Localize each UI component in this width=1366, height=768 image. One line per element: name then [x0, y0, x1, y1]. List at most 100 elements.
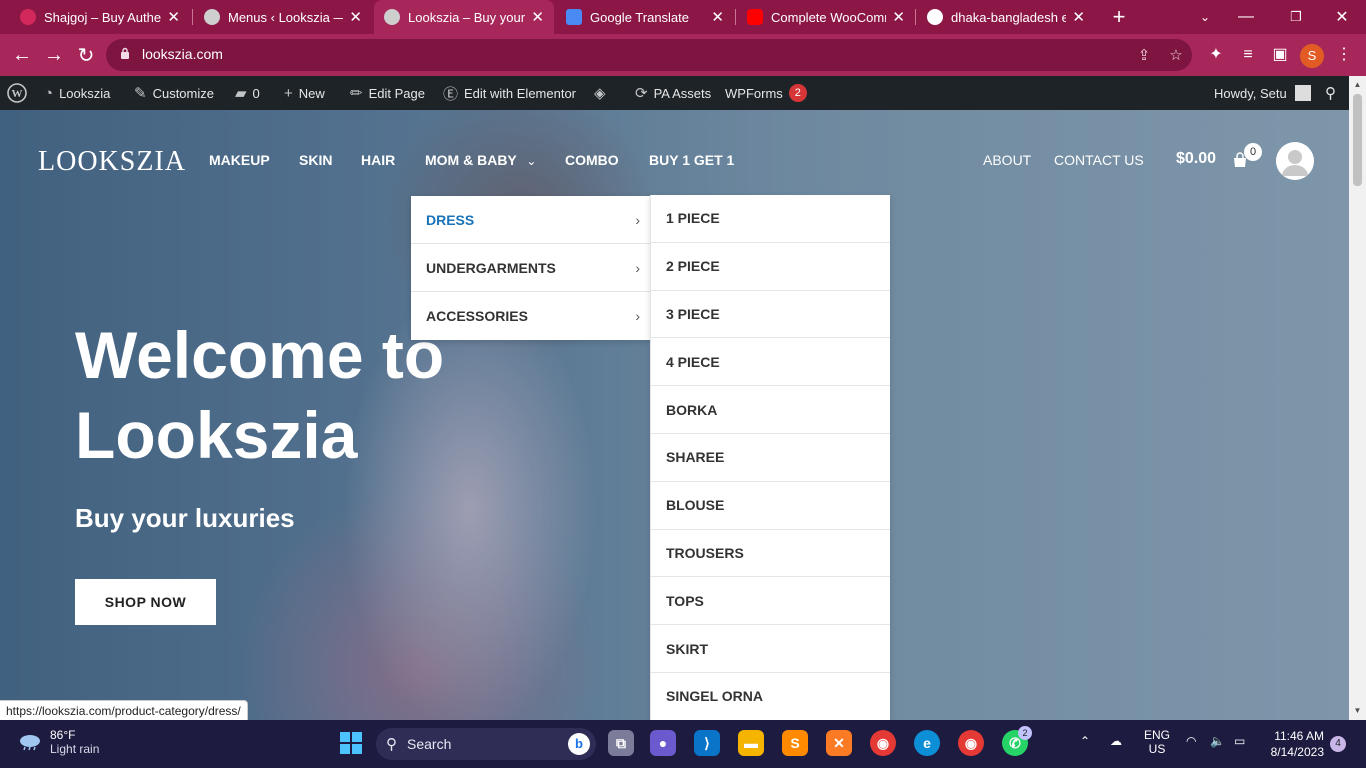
minimize-icon[interactable]: — — [1226, 0, 1266, 34]
system-clock[interactable]: 11:46 AM 8/14/2023 — [1262, 728, 1324, 760]
battery-icon[interactable]: ▭ — [1234, 734, 1245, 748]
browser-tab[interactable]: Menus ‹ Lookszia — W ✕ — [194, 0, 372, 34]
close-tab-icon[interactable]: ✕ — [1072, 8, 1085, 26]
close-window-icon[interactable]: ✕ — [1322, 0, 1362, 34]
site-logo[interactable]: LOOKSZIA — [38, 146, 186, 178]
close-tab-icon[interactable]: ✕ — [711, 8, 724, 26]
chrome-icon[interactable]: ◉ — [870, 730, 896, 756]
shop-now-button[interactable]: SHOP NOW — [75, 579, 216, 625]
browser-tab-active[interactable]: Lookszia – Buy your lu ✕ — [374, 0, 554, 34]
chrome-profile-icon[interactable]: ◉ — [958, 730, 984, 756]
chevron-right-icon: › — [635, 259, 640, 276]
volume-icon[interactable]: 🔈 — [1210, 734, 1225, 748]
scrollbar-thumb[interactable] — [1353, 94, 1362, 186]
submenu-item-accessories[interactable]: ACCESSORIES › — [411, 292, 650, 340]
address-bar[interactable]: lookszia.com ⇪ ☆ — [106, 39, 1192, 71]
close-tab-icon[interactable]: ✕ — [531, 8, 544, 26]
nav-item-skin[interactable]: SKIN — [299, 152, 332, 168]
teams-chat-icon[interactable]: ● — [650, 730, 676, 756]
admin-elementor[interactable]: Ⓔ Edit with Elementor — [443, 76, 576, 110]
browser-tab[interactable]: Complete WooComme ✕ — [737, 0, 915, 34]
cart-total[interactable]: $0.00 — [1176, 150, 1216, 168]
dress-item-2-piece[interactable]: 2 PIECE — [651, 243, 890, 291]
nav-item-contact[interactable]: CONTACT US — [1054, 152, 1144, 168]
admin-edit-page[interactable]: ✏ Edit Page — [350, 76, 425, 110]
admin-new[interactable]: + New — [284, 76, 325, 110]
vscode-icon[interactable]: ⟩ — [694, 730, 720, 756]
edge-icon[interactable]: e — [914, 730, 940, 756]
close-tab-icon[interactable]: ✕ — [892, 8, 905, 26]
nav-item-hair[interactable]: HAIR — [361, 152, 395, 168]
nav-item-mom-baby[interactable]: MOM & BABY ⌄ — [425, 152, 536, 168]
nav-item-combo[interactable]: COMBO — [565, 152, 619, 168]
admin-diamond-icon[interactable]: ◈ — [594, 76, 612, 110]
media-control-icon[interactable]: ≡ — [1237, 44, 1259, 66]
admin-wpforms[interactable]: WPForms 2 — [725, 76, 807, 110]
language-indicator[interactable]: ENG US — [1144, 728, 1170, 756]
submenu-item-dress[interactable]: DRESS › — [411, 196, 650, 244]
sublime-text-icon[interactable]: S — [782, 730, 808, 756]
admin-comments[interactable]: ▰ 0 — [235, 76, 260, 110]
back-icon[interactable]: ← — [6, 39, 38, 71]
user-avatar-icon[interactable] — [1276, 142, 1314, 180]
taskbar-search-label: Search — [407, 736, 452, 752]
forward-icon[interactable]: → — [38, 39, 70, 71]
xampp-icon[interactable]: ✕ — [826, 730, 852, 756]
tray-chevron-up-icon[interactable]: ⌃ — [1080, 734, 1090, 748]
wordpress-logo-icon[interactable]: W — [7, 76, 27, 110]
side-panel-icon[interactable]: ▣ — [1269, 44, 1291, 66]
windows-start-icon[interactable] — [340, 732, 362, 754]
taskbar-search[interactable]: ⚲ Search b — [376, 728, 596, 760]
scroll-up-icon[interactable]: ▲ — [1353, 80, 1362, 90]
dress-item-singel-orna[interactable]: SINGEL ORNA — [651, 673, 890, 720]
pencil-icon: ✏ — [350, 85, 363, 102]
clock-time: 11:46 AM — [1274, 729, 1324, 743]
comment-icon: ▰ — [235, 85, 247, 102]
lock-icon — [121, 47, 129, 59]
edit-page-label: Edit Page — [368, 85, 425, 101]
nav-item-buy1get1[interactable]: BUY 1 GET 1 — [649, 152, 734, 168]
dress-item-borka[interactable]: BORKA — [651, 386, 890, 434]
dress-item-blouse[interactable]: BLOUSE — [651, 482, 890, 530]
admin-site-name[interactable]: ◔ Lookszia — [44, 76, 110, 110]
nav-item-makeup[interactable]: MAKEUP — [209, 152, 270, 168]
browser-tab[interactable]: dhaka-bangladesh er ✕ — [917, 0, 1095, 34]
dress-item-trousers[interactable]: TROUSERS — [651, 530, 890, 578]
dress-item-1-piece[interactable]: 1 PIECE — [651, 195, 890, 243]
elementor-icon: Ⓔ — [443, 85, 459, 103]
new-tab-button[interactable]: + — [1099, 0, 1139, 34]
tab-search-icon[interactable]: ⌄ — [1185, 0, 1225, 34]
reload-icon[interactable]: ↻ — [70, 39, 102, 71]
task-view-icon[interactable]: ⧉ — [608, 730, 634, 756]
browser-menu-icon[interactable]: ⋮ — [1333, 44, 1355, 66]
bookmark-star-icon[interactable]: ☆ — [1166, 46, 1186, 66]
extensions-icon[interactable]: ✦ — [1205, 44, 1227, 66]
file-explorer-icon[interactable]: ▬ — [738, 730, 764, 756]
notification-badge[interactable]: 4 — [1330, 736, 1346, 752]
share-icon[interactable]: ⇪ — [1134, 46, 1154, 66]
nav-item-about[interactable]: ABOUT — [983, 152, 1031, 168]
scroll-down-icon[interactable]: ▼ — [1353, 706, 1362, 716]
page-scrollbar[interactable]: ▲ ▼ — [1349, 76, 1366, 720]
bing-icon[interactable]: b — [568, 733, 590, 755]
dress-item-skirt[interactable]: SKIRT — [651, 625, 890, 673]
dress-item-4-piece[interactable]: 4 PIECE — [651, 338, 890, 387]
restore-icon[interactable]: ❐ — [1276, 0, 1316, 34]
admin-howdy[interactable]: Howdy, Setu — [1214, 76, 1311, 110]
wifi-icon[interactable]: ◠ — [1186, 734, 1196, 748]
dress-item-tops[interactable]: TOPS — [651, 577, 890, 626]
browser-tab[interactable]: Google Translate ✕ — [556, 0, 734, 34]
dress-item-3-piece[interactable]: 3 PIECE — [651, 291, 890, 339]
submenu-item-undergarments[interactable]: UNDERGARMENTS › — [411, 244, 650, 292]
admin-search-icon[interactable]: ⚲ — [1325, 76, 1336, 110]
profile-avatar[interactable]: S — [1300, 44, 1324, 68]
tray-app-icon[interactable]: ☁ — [1110, 734, 1122, 748]
admin-customize[interactable]: ✎ Customize — [134, 76, 214, 110]
weather-widget[interactable]: 86°F Light rain — [18, 728, 99, 756]
close-tab-icon[interactable]: ✕ — [167, 8, 180, 26]
admin-pa-assets[interactable]: ⟳ PA Assets — [635, 76, 711, 110]
browser-tab[interactable]: Shajgoj – Buy Authent ✕ — [10, 0, 190, 34]
browser-toolbar: ← → ↻ lookszia.com ⇪ ☆ ✦ ≡ ▣ S ⋮ — [0, 34, 1366, 76]
close-tab-icon[interactable]: ✕ — [349, 8, 362, 26]
dress-item-sharee[interactable]: SHAREE — [651, 434, 890, 482]
